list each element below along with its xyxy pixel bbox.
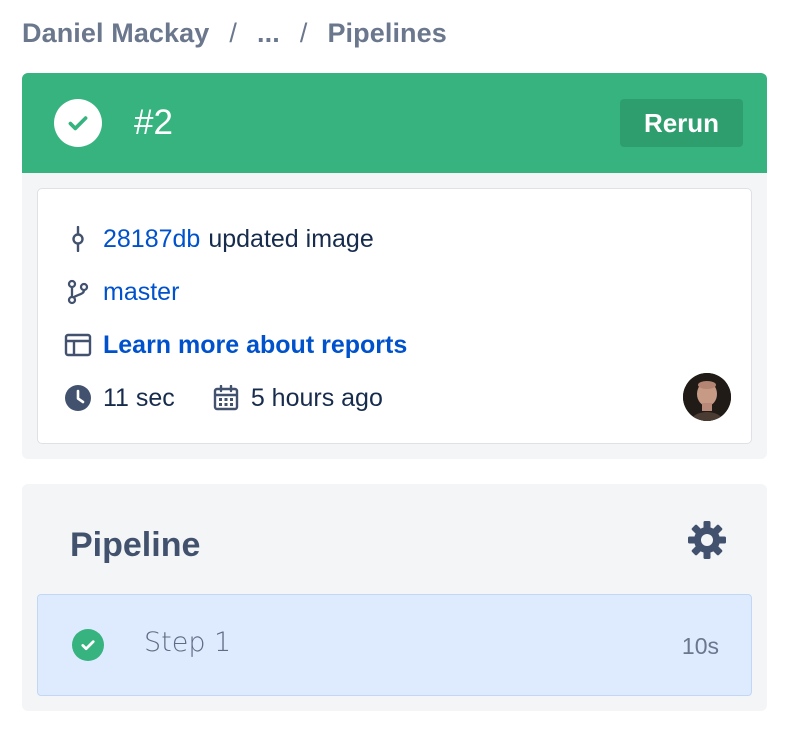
pipeline-step-row[interactable]: Step 1 10s [37, 594, 752, 696]
build-status-header: #2 Rerun [22, 73, 767, 173]
build-number: #2 [134, 103, 173, 142]
breadcrumb-current[interactable]: Pipelines [327, 18, 446, 49]
rerun-button[interactable]: Rerun [620, 99, 743, 147]
created-time: 5 hours ago [211, 383, 383, 413]
calendar-icon [211, 383, 241, 413]
step-success-icon [72, 629, 104, 661]
commit-row: 28187db updated image [63, 222, 374, 256]
commit-message: updated image [208, 224, 374, 253]
meta-row: 11 sec 5 hours ago [63, 381, 383, 415]
pipeline-card: Pipeline Step 1 10s [22, 484, 767, 711]
breadcrumb-owner[interactable]: Daniel Mackay [22, 18, 209, 49]
build-status-card: #2 Rerun 28187db updated image master Le… [22, 73, 767, 459]
breadcrumb-ellipsis[interactable]: ... [257, 18, 280, 49]
branch-link[interactable]: master [103, 278, 179, 307]
breadcrumb: Daniel Mackay / ... / Pipelines [22, 16, 447, 50]
commit-hash-link[interactable]: 28187db [103, 225, 200, 254]
learn-reports-link[interactable]: Learn more about reports [103, 331, 407, 360]
build-details: 28187db updated image master Learn more … [37, 188, 752, 444]
clock-icon [63, 383, 93, 413]
step-name: Step 1 [144, 627, 232, 658]
branch-row: master [63, 275, 179, 309]
duration-value: 11 sec [103, 383, 175, 412]
gear-icon[interactable] [687, 520, 727, 560]
pipeline-title: Pipeline [70, 526, 201, 564]
duration: 11 sec [63, 383, 175, 413]
reports-icon [63, 330, 93, 360]
breadcrumb-separator: / [229, 17, 238, 48]
branch-icon [63, 277, 93, 307]
user-avatar[interactable] [683, 373, 731, 421]
breadcrumb-separator: / [299, 17, 308, 48]
step-duration: 10s [681, 633, 719, 659]
reports-row: Learn more about reports [63, 328, 407, 362]
commit-icon [63, 224, 93, 254]
check-circle-icon [54, 99, 102, 147]
created-value: 5 hours ago [250, 383, 383, 412]
